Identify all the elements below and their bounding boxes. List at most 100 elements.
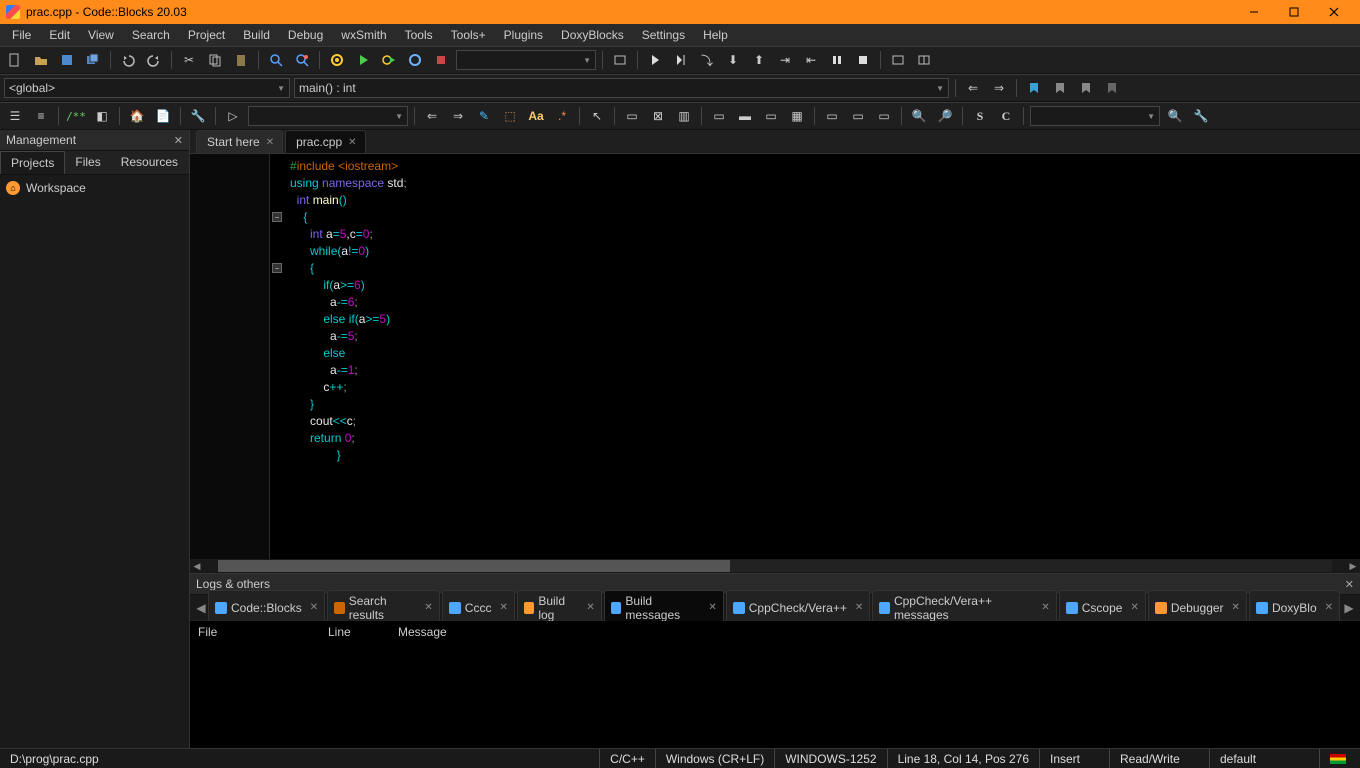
management-close-icon[interactable]: ✕ — [174, 134, 183, 147]
workspace-item[interactable]: ⌂ Workspace — [6, 181, 183, 195]
minimize-button[interactable] — [1234, 0, 1274, 24]
menu-help[interactable]: Help — [695, 26, 736, 44]
jump-back-icon[interactable]: ⇐ — [962, 77, 984, 99]
paste-icon[interactable] — [230, 49, 252, 71]
ui-box2-icon[interactable]: ⊠ — [647, 105, 669, 127]
find-icon[interactable] — [265, 49, 287, 71]
build-icon[interactable] — [326, 49, 348, 71]
close-icon[interactable]: ✕ — [266, 137, 274, 148]
cut-icon[interactable]: ✂ — [178, 49, 200, 71]
info-icon[interactable] — [913, 49, 935, 71]
break-icon[interactable] — [826, 49, 848, 71]
cursor-icon[interactable]: ↖ — [586, 105, 608, 127]
copy-icon[interactable] — [204, 49, 226, 71]
replace-icon[interactable] — [291, 49, 313, 71]
close-button[interactable] — [1314, 0, 1354, 24]
doxy-run-icon[interactable]: ☰ — [4, 105, 26, 127]
fold-toggle-icon[interactable]: − — [272, 212, 282, 222]
script-combo[interactable]: ▼ — [248, 106, 408, 126]
block-comment-icon[interactable]: /** — [65, 105, 87, 127]
zoom-in-icon[interactable]: 🔍 — [908, 105, 930, 127]
scroll-thumb[interactable] — [218, 560, 730, 572]
menu-tools[interactable]: Tools — [397, 26, 441, 44]
doxy-wizard-icon[interactable]: ≡ — [30, 105, 52, 127]
ui-box7-icon[interactable]: ▦ — [786, 105, 808, 127]
save-icon[interactable] — [56, 49, 78, 71]
bookmark-next-icon[interactable] — [1075, 77, 1097, 99]
close-icon[interactable]: ✕ — [582, 602, 594, 613]
doxy-html-icon[interactable]: 🏠 — [126, 105, 148, 127]
bookmark-toggle-icon[interactable] — [1023, 77, 1045, 99]
target-select-icon[interactable] — [609, 49, 631, 71]
mgmt-tab-projects[interactable]: Projects — [0, 151, 65, 174]
build-run-icon[interactable] — [378, 49, 400, 71]
menu-settings[interactable]: Settings — [634, 26, 693, 44]
close-icon[interactable]: ✕ — [851, 602, 863, 613]
redo-icon[interactable] — [143, 49, 165, 71]
menu-file[interactable]: File — [4, 26, 39, 44]
close-icon[interactable]: ✕ — [306, 602, 318, 613]
new-file-icon[interactable] — [4, 49, 26, 71]
function-combo[interactable]: main() : int▼ — [294, 78, 949, 98]
editor-tab-prac-cpp[interactable]: prac.cpp✕ — [285, 130, 365, 153]
close-icon[interactable]: ✕ — [1037, 602, 1049, 613]
script-run-icon[interactable]: ▷ — [222, 105, 244, 127]
step-instr-icon[interactable]: ⇤ — [800, 49, 822, 71]
horizontal-scrollbar[interactable]: ◀ ▶ — [190, 559, 1360, 573]
logs-close-icon[interactable]: ✕ — [1345, 578, 1354, 591]
abort-icon[interactable] — [430, 49, 452, 71]
scroll-right-icon[interactable]: ▶ — [1346, 561, 1360, 572]
run-to-cursor-icon[interactable] — [670, 49, 692, 71]
mgmt-tab-files[interactable]: Files — [65, 151, 110, 174]
ui-box9-icon[interactable]: ▭ — [847, 105, 869, 127]
tabs-scroll-left-icon[interactable]: ◀ — [194, 601, 208, 615]
search-combo[interactable]: ▼ — [1030, 106, 1160, 126]
save-all-icon[interactable] — [82, 49, 104, 71]
prev-icon[interactable]: ⇐ — [421, 105, 443, 127]
mgmt-tab-resources[interactable]: Resources — [111, 151, 188, 174]
debug-windows-icon[interactable] — [887, 49, 909, 71]
next-line-icon[interactable]: ⤵ — [696, 49, 718, 71]
ui-box3-icon[interactable]: ▥ — [673, 105, 695, 127]
menu-debug[interactable]: Debug — [280, 26, 331, 44]
undo-icon[interactable] — [117, 49, 139, 71]
ui-box4-icon[interactable]: ▭ — [708, 105, 730, 127]
code-editor[interactable]: − − #include <iostream>using namespace st… — [190, 154, 1360, 559]
next-icon[interactable]: ⇒ — [447, 105, 469, 127]
close-icon[interactable]: ✕ — [704, 602, 716, 613]
debug-continue-icon[interactable] — [644, 49, 666, 71]
s-icon[interactable]: S — [969, 105, 991, 127]
close-icon[interactable]: ✕ — [495, 602, 507, 613]
fold-toggle-icon[interactable]: − — [272, 263, 282, 273]
tabs-scroll-right-icon[interactable]: ▶ — [1342, 601, 1356, 615]
bookmark-prev-icon[interactable] — [1049, 77, 1071, 99]
rebuild-icon[interactable] — [404, 49, 426, 71]
step-into-icon[interactable]: ⬇ — [722, 49, 744, 71]
close-icon[interactable]: ✕ — [1321, 602, 1333, 613]
menu-tools[interactable]: Tools+ — [443, 26, 494, 44]
code-content[interactable]: #include <iostream>using namespace std; … — [270, 154, 1360, 559]
close-icon[interactable]: ✕ — [1228, 602, 1240, 613]
menu-project[interactable]: Project — [180, 26, 233, 44]
menu-build[interactable]: Build — [235, 26, 278, 44]
regex-icon[interactable]: .* — [551, 105, 573, 127]
ui-box6-icon[interactable]: ▭ — [760, 105, 782, 127]
run-icon[interactable] — [352, 49, 374, 71]
build-target-combo[interactable]: ▼ — [456, 50, 596, 70]
ui-box8-icon[interactable]: ▭ — [821, 105, 843, 127]
scroll-left-icon[interactable]: ◀ — [190, 561, 204, 572]
ui-box10-icon[interactable]: ▭ — [873, 105, 895, 127]
ui-box1-icon[interactable]: ▭ — [621, 105, 643, 127]
c-icon[interactable]: C — [995, 105, 1017, 127]
line-comment-icon[interactable]: ◧ — [91, 105, 113, 127]
scope-combo[interactable]: <global>▼ — [4, 78, 290, 98]
menu-plugins[interactable]: Plugins — [496, 26, 551, 44]
open-file-icon[interactable] — [30, 49, 52, 71]
doxy-chm-icon[interactable]: 📄 — [152, 105, 174, 127]
ui-box5-icon[interactable]: ▬ — [734, 105, 756, 127]
close-icon[interactable]: ✕ — [1126, 602, 1138, 613]
highlight-icon[interactable]: ✎ — [473, 105, 495, 127]
select-icon[interactable]: ⬚ — [499, 105, 521, 127]
jump-fwd-icon[interactable]: ⇒ — [988, 77, 1010, 99]
menu-search[interactable]: Search — [124, 26, 178, 44]
